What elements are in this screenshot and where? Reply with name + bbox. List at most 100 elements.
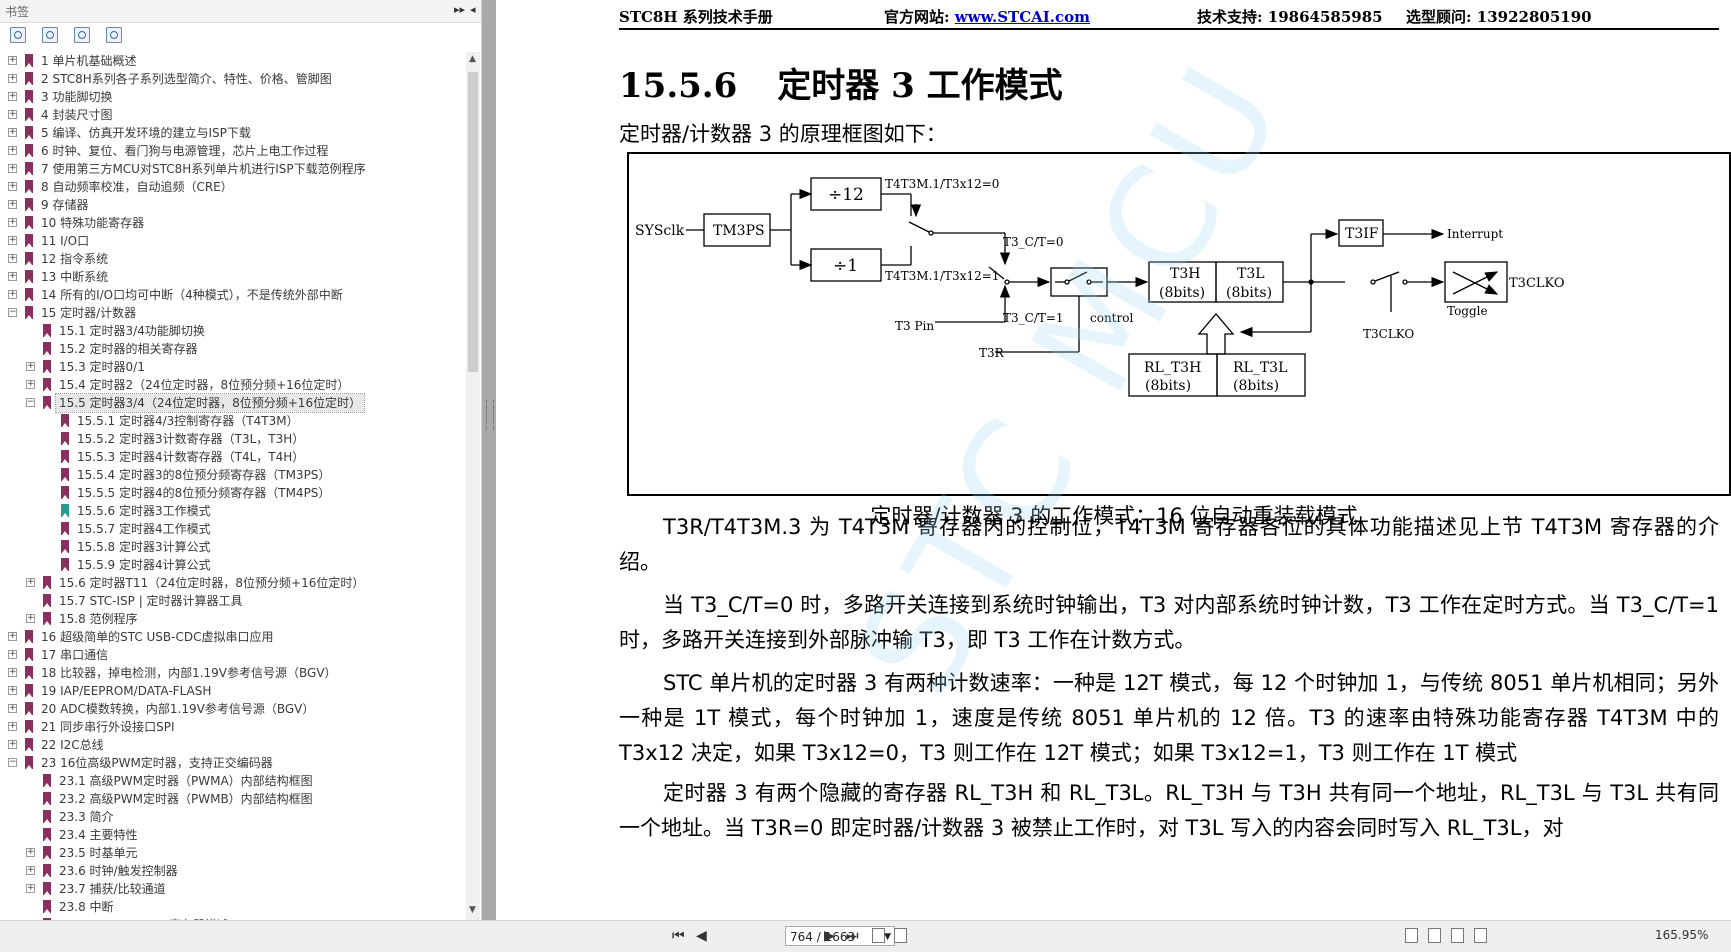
bookmark-item[interactable]: +5 编译、仿真开发环境的建立与ISP下载 [0, 124, 464, 142]
bookmark-item[interactable]: − 23 16位高级PWM定时器，支持正交编码器 [0, 754, 464, 772]
facing-view-icon[interactable] [1451, 928, 1464, 943]
bookmark-item[interactable]: +4 封装尺寸图 [0, 106, 464, 124]
bookmark-item[interactable]: 23.3 简介 [0, 808, 464, 826]
bookmark-item[interactable]: +22 I2C总线 [0, 736, 464, 754]
bookmark-item[interactable]: +18 比较器，掉电检测，内部1.19V参考信号源（BGV） [0, 664, 464, 682]
expand-icon[interactable]: + [8, 632, 17, 641]
zoom-level[interactable]: 165.95% [1655, 928, 1708, 942]
bookmark-item[interactable]: +17 串口通信 [0, 646, 464, 664]
expand-icon[interactable]: + [8, 200, 17, 209]
expand-icon[interactable]: + [8, 92, 17, 101]
single-page-view-icon[interactable] [1405, 928, 1418, 943]
previous-page-button[interactable]: ◀ [696, 928, 707, 944]
expand-icon[interactable]: + [8, 272, 17, 281]
collapse-icon[interactable]: − [8, 308, 17, 317]
continuous-view-icon[interactable] [1428, 928, 1441, 943]
bookmark-item[interactable]: 23.1 高级PWM定时器（PWMA）内部结构框图 [0, 772, 464, 790]
expand-icon[interactable]: + [8, 254, 17, 263]
bookmark-item[interactable]: 15.5.6 定时器3工作模式 [0, 502, 464, 520]
bookmark-item[interactable]: 15.1 定时器3/4功能脚切换 [0, 322, 464, 340]
find-bookmark-icon[interactable] [106, 27, 122, 43]
scroll-up-icon[interactable]: ▲ [469, 54, 476, 64]
bookmark-item[interactable]: +15.8 范例程序 [0, 610, 464, 628]
bookmark-item[interactable]: 15.5.9 定时器4计算公式 [0, 556, 464, 574]
scroll-down-icon[interactable]: ▼ [469, 905, 476, 915]
collapse-icon[interactable]: − [8, 758, 17, 767]
expand-icon[interactable]: + [8, 110, 17, 119]
print-view-icon[interactable] [872, 928, 885, 943]
expand-icon[interactable]: + [8, 686, 17, 695]
bookmark-item[interactable]: +12 指令系统 [0, 250, 464, 268]
expand-icon[interactable]: + [26, 884, 35, 893]
expand-icon[interactable]: + [26, 362, 35, 371]
continuous-facing-view-icon[interactable] [1474, 928, 1487, 943]
bookmark-item[interactable]: 23.4 主要特性 [0, 826, 464, 844]
bookmark-item[interactable]: +21 同步串行外设接口SPI [0, 718, 464, 736]
bookmark-item[interactable]: +14 所有的I/O口均可中断（4种模式），不是传统外部中断 [0, 286, 464, 304]
scrollbar-thumb[interactable] [468, 72, 478, 372]
add-bookmark-icon[interactable] [74, 27, 90, 43]
bookmark-item[interactable]: +15.6 定时器T11（24位定时器，8位预分频+16位定时） [0, 574, 464, 592]
bookmark-item[interactable]: 23.8 中断 [0, 898, 464, 916]
bookmark-item[interactable]: +23.6 时钟/触发控制器 [0, 862, 464, 880]
expand-icon[interactable]: + [8, 56, 17, 65]
bookmark-item[interactable]: +15.4 定时器2（24位定时器，8位预分频+16位定时） [0, 376, 464, 394]
bookmark-item[interactable]: 15.5.5 定时器4的8位预分频寄存器（TM4PS） [0, 484, 464, 502]
bookmark-item[interactable]: 15.5.8 定时器3计算公式 [0, 538, 464, 556]
expand-icon[interactable]: + [8, 704, 17, 713]
collapse-panel-button[interactable]: ◂ [470, 3, 476, 16]
expand-icon[interactable]: + [26, 866, 35, 875]
bookmark-item[interactable]: +20 ADC模数转换，内部1.19V参考信号源（BGV） [0, 700, 464, 718]
expand-icon[interactable]: + [8, 668, 17, 677]
expand-icon[interactable]: + [26, 380, 35, 389]
expand-icon[interactable]: + [26, 578, 35, 587]
bookmark-item[interactable]: +3 功能脚切换 [0, 88, 464, 106]
bookmark-item[interactable]: +16 超级简单的STC USB-CDC虚拟串口应用 [0, 628, 464, 646]
bookmark-item[interactable]: +1 单片机基础概述 [0, 52, 464, 70]
chevron-down-icon[interactable]: ▼ [884, 927, 891, 947]
expand-icon[interactable]: + [8, 164, 17, 173]
expand-icon[interactable]: + [8, 74, 17, 83]
last-page-button[interactable]: ⏭ [846, 928, 859, 944]
splitter-grip[interactable] [486, 400, 494, 430]
bookmark-item[interactable]: 15.2 定时器的相关寄存器 [0, 340, 464, 358]
bookmark-item[interactable]: +2 STC8H系列各子系列选型简介、特性、价格、管脚图 [0, 70, 464, 88]
bookmark-item[interactable]: − 15 定时器/计数器 [0, 304, 464, 322]
bookmark-item[interactable]: +11 I/O口 [0, 232, 464, 250]
expand-icon[interactable]: + [26, 848, 35, 857]
expand-icon[interactable]: + [8, 650, 17, 659]
expand-icon[interactable]: + [8, 218, 17, 227]
collapse-icon[interactable]: − [26, 398, 35, 407]
bookmark-item[interactable]: 15.5.7 定时器4工作模式 [0, 520, 464, 538]
expand-icon[interactable]: + [8, 146, 17, 155]
bookmark-item[interactable]: +13 中断系统 [0, 268, 464, 286]
panel-splitter[interactable] [482, 0, 496, 951]
bookmark-item[interactable]: +10 特殊功能寄存器 [0, 214, 464, 232]
expand-icon[interactable]: + [8, 182, 17, 191]
reading-view-icon[interactable] [894, 928, 907, 943]
bookmark-item[interactable]: +15.3 定时器0/1 [0, 358, 464, 376]
expand-icon[interactable]: + [8, 128, 17, 137]
bookmark-item[interactable]: +8 自动频率校准，自动追频（CRE） [0, 178, 464, 196]
collapse-bookmarks-icon[interactable] [42, 27, 58, 43]
bookmark-item[interactable]: 15.5.2 定时器3计数寄存器（T3L，T3H） [0, 430, 464, 448]
next-page-button[interactable]: ▶ [824, 928, 835, 944]
bookmark-item[interactable]: +7 使用第三方MCU对STC8H系列单片机进行ISP下载范例程序 [0, 160, 464, 178]
bookmark-item[interactable]: 15.5.1 定时器4/3控制寄存器（T4T3M） [0, 412, 464, 430]
bookmark-item[interactable]: − 15.5 定时器3/4（24位定时器，8位预分频+16位定时） [0, 393, 464, 413]
expand-icon[interactable]: + [8, 740, 17, 749]
bookmark-item[interactable]: +23.5 时基单元 [0, 844, 464, 862]
bookmark-scrollbar[interactable]: ▲ ▼ [466, 52, 480, 920]
expand-icon[interactable]: + [8, 236, 17, 245]
bookmark-item[interactable]: +9 存储器 [0, 196, 464, 214]
bookmark-item[interactable]: 15.5.4 定时器3的8位预分频寄存器（TM3PS） [0, 466, 464, 484]
bookmark-item[interactable]: +6 时钟、复位、看门狗与电源管理，芯片上电工作过程 [0, 142, 464, 160]
expand-bookmarks-icon[interactable] [10, 27, 26, 43]
bookmark-item[interactable]: 15.7 STC-ISP | 定时器计算器工具 [0, 592, 464, 610]
bookmark-item[interactable]: 15.5.3 定时器4计数寄存器（T4L，T4H） [0, 448, 464, 466]
bookmark-item[interactable]: 23.2 高级PWM定时器（PWMB）内部结构框图 [0, 790, 464, 808]
bookmark-item[interactable]: +23.7 捕获/比较通道 [0, 880, 464, 898]
first-page-button[interactable]: ⏮ [672, 928, 685, 944]
expand-icon[interactable]: + [8, 722, 17, 731]
website-link[interactable]: www.STCAI.com [955, 8, 1090, 26]
